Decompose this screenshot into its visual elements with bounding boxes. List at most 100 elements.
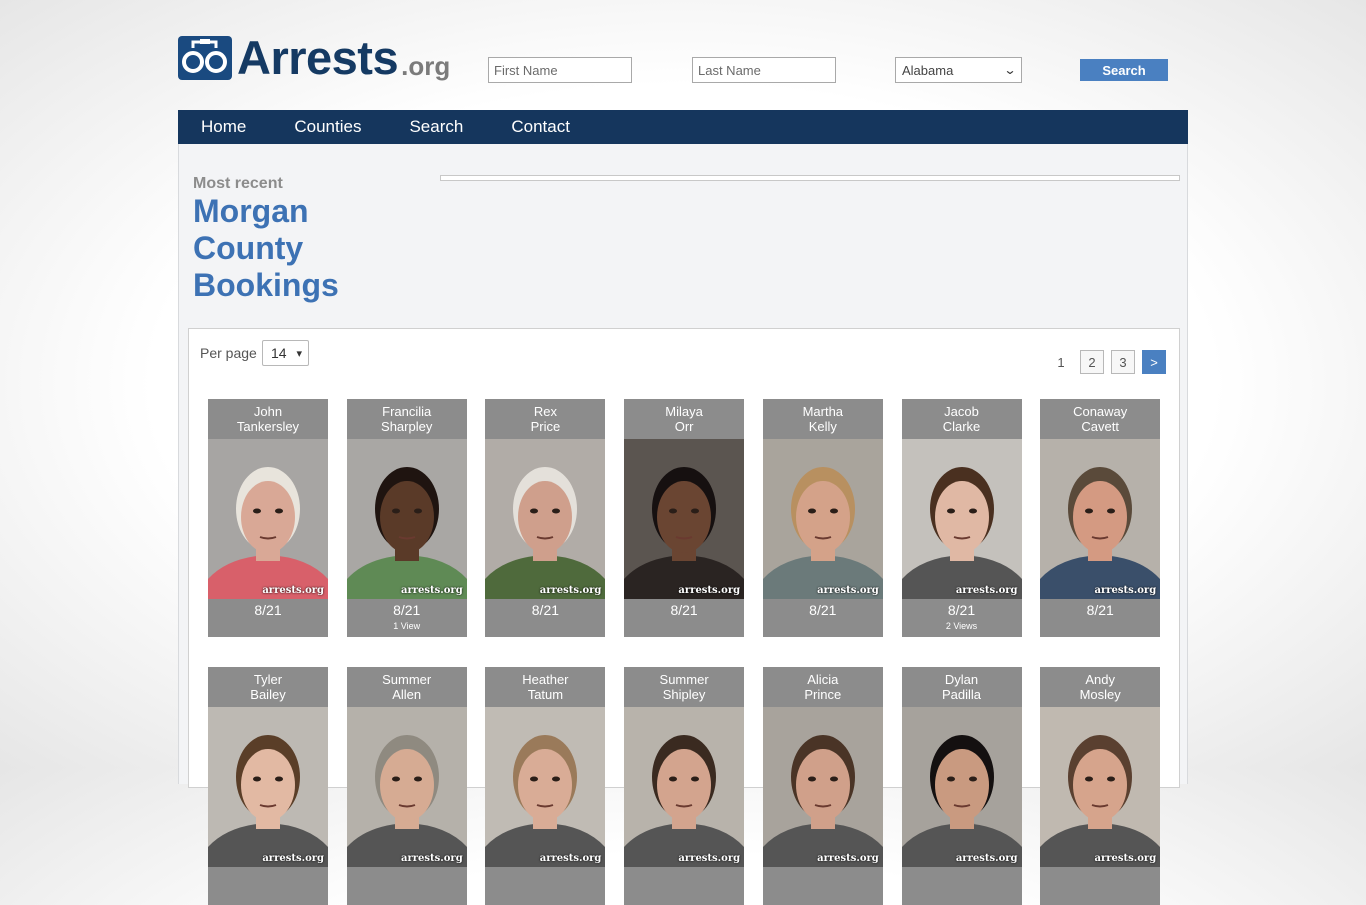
booking-card[interactable]: Jacob Clarke arrests.org 8/21 2 Views <box>901 399 1022 637</box>
last-name-input[interactable] <box>692 57 836 83</box>
nav-counties[interactable]: Counties <box>294 117 361 137</box>
watermark: arrests.org <box>539 853 602 864</box>
watermark: arrests.org <box>678 853 741 864</box>
booking-name[interactable]: Conaway Cavett <box>1040 399 1160 439</box>
chevron-down-icon: ⌄ <box>1003 63 1017 77</box>
bookings-panel: Per page 14 ▾ 1 2 3 > John Tankersley arre… <box>188 328 1180 905</box>
page-title: Morgan County Bookings <box>193 193 393 304</box>
watermark: arrests.org <box>539 585 602 596</box>
page-title-line: County <box>193 230 304 266</box>
booking-card[interactable]: John Tankersley arrests.org 8/21 <box>208 399 328 637</box>
booking-name[interactable]: Dylan Padilla <box>902 667 1022 707</box>
watermark: arrests.org <box>955 853 1018 864</box>
mugshot-photo[interactable]: arrests.org <box>346 707 467 867</box>
nav-contact[interactable]: Contact <box>511 117 570 137</box>
mugshot-photo[interactable]: arrests.org <box>346 439 467 599</box>
booking-name[interactable]: Heather Tatum <box>485 667 605 707</box>
mugshot-photo[interactable]: arrests.org <box>901 707 1022 867</box>
booking-name[interactable]: Alicia Prince <box>763 667 883 707</box>
booking-date: 8/21 <box>670 602 698 618</box>
main-nav: Home Counties Search Contact <box>178 110 1188 144</box>
mugshot-photo[interactable]: arrests.org <box>762 707 883 867</box>
booking-card[interactable]: Alicia Prince arrests.org <box>762 667 883 905</box>
pagination: 1 2 3 > <box>1042 350 1166 374</box>
booking-date: 8/21 <box>1086 602 1114 618</box>
booking-last-name: Cavett <box>1081 419 1119 434</box>
booking-date: 8/21 <box>531 602 560 618</box>
first-name-input[interactable] <box>488 57 632 83</box>
section-subtitle: Most recent <box>193 175 283 192</box>
booking-card[interactable]: Andy Mosley arrests.org <box>1040 667 1161 905</box>
mugshot-photo[interactable]: arrests.org <box>208 439 328 599</box>
nav-search[interactable]: Search <box>409 117 463 137</box>
watermark: arrests.org <box>678 585 741 596</box>
booking-date: 8/21 <box>809 602 837 618</box>
booking-name[interactable]: Francilia Sharpley <box>347 399 467 439</box>
mugshot-photo[interactable]: arrests.org <box>901 439 1022 599</box>
booking-name[interactable]: Rex Price <box>485 399 605 439</box>
mugshot-photo[interactable]: arrests.org <box>485 439 606 599</box>
booking-date: 8/21 <box>254 602 282 618</box>
site-logo[interactable]: Arrests .org <box>178 34 451 81</box>
booking-card[interactable]: Heather Tatum arrests.org <box>485 667 606 905</box>
nav-home[interactable]: Home <box>201 117 246 137</box>
page-link[interactable]: 3 <box>1111 350 1135 374</box>
booking-first-name: Conaway <box>1073 404 1128 419</box>
mugshot-photo[interactable]: arrests.org <box>1040 439 1161 599</box>
booking-card[interactable]: Tyler Bailey arrests.org <box>208 667 328 905</box>
mugshot-photo[interactable]: arrests.org <box>762 439 883 599</box>
booking-name[interactable]: Martha Kelly <box>763 399 883 439</box>
state-select-value: Alabama <box>902 62 954 78</box>
watermark: arrests.org <box>262 853 324 864</box>
booking-card[interactable]: Rex Price arrests.org 8/21 <box>485 399 606 637</box>
booking-name[interactable]: Milaya Orr <box>624 399 744 439</box>
chevron-down-icon: ▾ <box>296 347 302 360</box>
watermark: arrests.org <box>262 585 324 596</box>
booking-first-name: Francilia <box>382 404 432 419</box>
booking-first-name: Milaya <box>665 404 703 419</box>
per-page-value: 14 <box>271 345 287 361</box>
watermark: arrests.org <box>401 585 463 596</box>
booking-card[interactable]: Francilia Sharpley arrests.org 8/21 1 View <box>346 399 467 637</box>
page: Arrests .org Alabama ⌄ Search Home Count… <box>0 0 1366 905</box>
booking-name[interactable]: Summer Shipley <box>624 667 744 707</box>
booking-last-name: Price <box>530 419 561 434</box>
next-page-button[interactable]: > <box>1142 350 1166 374</box>
booking-first-name: Andy <box>1085 672 1115 687</box>
booking-card[interactable]: Conaway Cavett arrests.org 8/21 <box>1040 399 1161 637</box>
booking-first-name: Summer <box>382 672 432 687</box>
page-link[interactable]: 2 <box>1080 350 1104 374</box>
view-count: 2 Views <box>945 621 978 631</box>
ad-banner <box>440 175 1180 181</box>
watermark: arrests.org <box>817 585 879 596</box>
booking-last-name: Tatum <box>527 687 564 702</box>
mugshot-photo[interactable]: arrests.org <box>485 707 606 867</box>
mugshot-photo[interactable]: arrests.org <box>624 707 745 867</box>
booking-card[interactable]: Summer Allen arrests.org <box>346 667 467 905</box>
handcuffs-icon <box>178 36 232 80</box>
booking-name[interactable]: John Tankersley <box>208 399 328 439</box>
mugshot-photo[interactable]: arrests.org <box>624 439 745 599</box>
booking-last-name: Shipley <box>662 687 706 702</box>
page-current: 1 <box>1057 354 1065 370</box>
search-button[interactable]: Search <box>1080 59 1168 81</box>
booking-name[interactable]: Andy Mosley <box>1040 667 1160 707</box>
booking-last-name: Bailey <box>250 687 286 702</box>
state-select[interactable]: Alabama ⌄ <box>895 57 1022 83</box>
mugshot-photo[interactable]: arrests.org <box>1040 707 1161 867</box>
booking-name[interactable]: Jacob Clarke <box>902 399 1022 439</box>
booking-card[interactable]: Summer Shipley arrests.org <box>624 667 745 905</box>
booking-name[interactable]: Summer Allen <box>347 667 467 707</box>
logo-suffix: .org <box>401 51 451 81</box>
per-page-label: Per page <box>200 345 257 361</box>
watermark: arrests.org <box>955 585 1018 596</box>
mugshot-photo[interactable]: arrests.org <box>208 707 328 867</box>
booking-name[interactable]: Tyler Bailey <box>208 667 328 707</box>
booking-first-name: Tyler <box>253 672 283 687</box>
booking-card[interactable]: Martha Kelly arrests.org 8/21 <box>762 399 883 637</box>
booking-card[interactable]: Dylan Padilla arrests.org <box>901 667 1022 905</box>
page-title-line: Bookings <box>193 267 339 303</box>
per-page-select[interactable]: 14 ▾ <box>262 340 309 366</box>
booking-card[interactable]: Milaya Orr arrests.org 8/21 <box>624 399 745 637</box>
booking-first-name: Alicia <box>807 672 839 687</box>
